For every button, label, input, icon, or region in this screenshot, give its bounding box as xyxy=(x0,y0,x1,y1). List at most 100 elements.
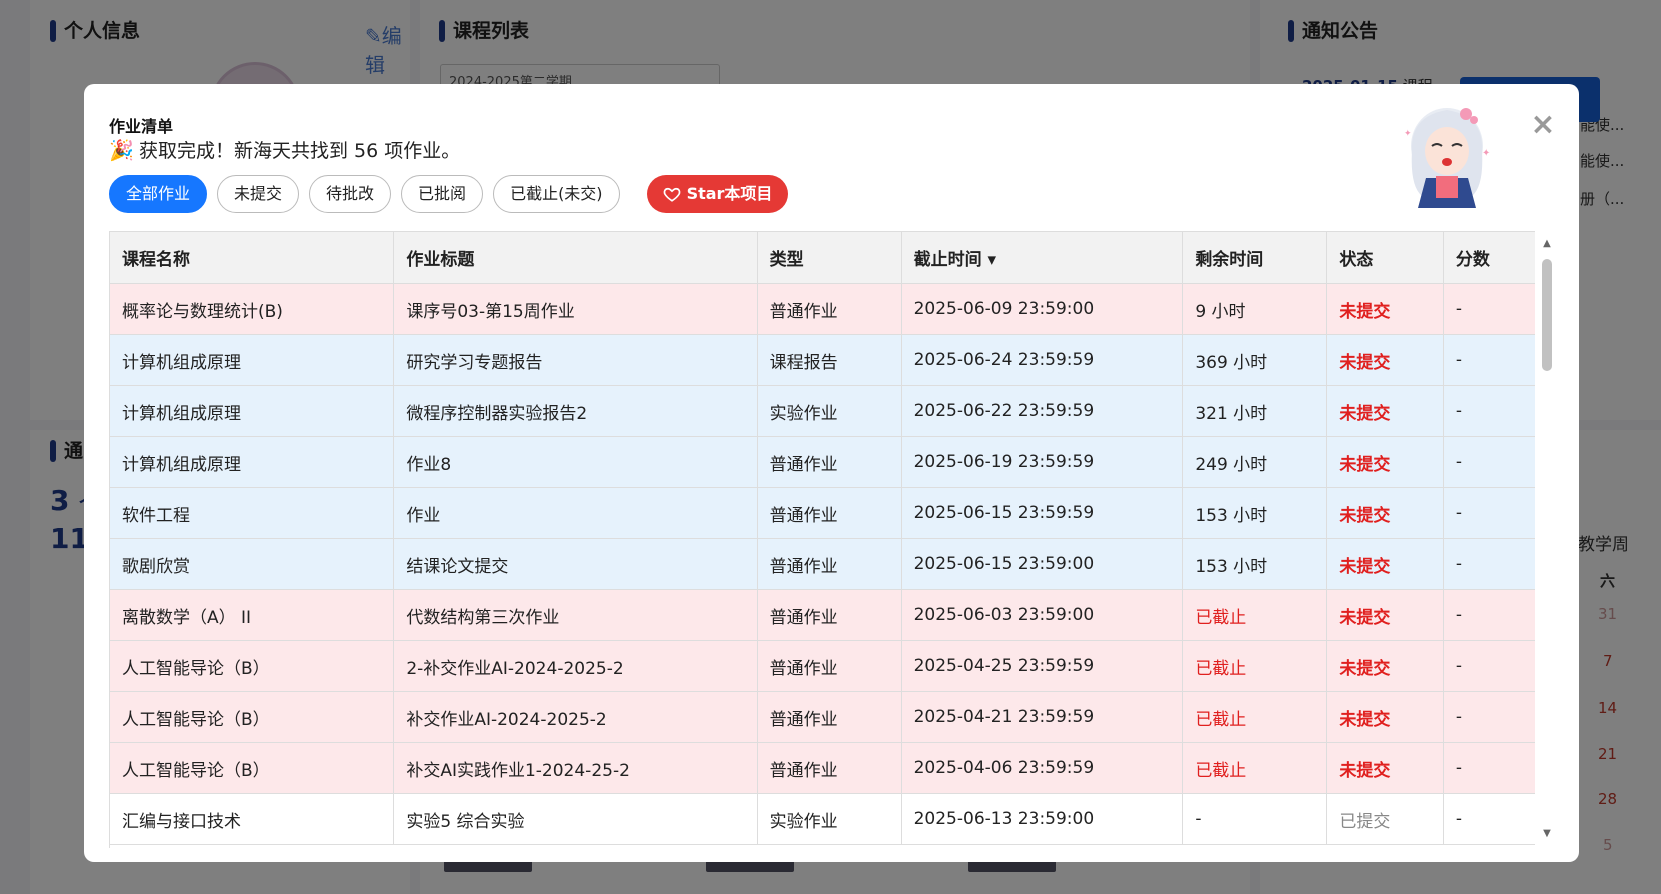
svg-text:✦: ✦ xyxy=(1482,148,1490,159)
cell-remaining: 9 小时 xyxy=(1182,283,1328,335)
cell-type: 普通作业 xyxy=(757,589,902,641)
cell-score: - xyxy=(1443,691,1535,743)
table-header-row: 课程名称 作业标题 类型 截止时间 ▾ 剩余时间 状态 分数 xyxy=(110,231,1535,284)
cell-remaining: 321 小时 xyxy=(1182,385,1328,437)
cell-score: - xyxy=(1443,589,1535,641)
cell-deadline: 2025-06-22 23:59:59 xyxy=(901,385,1184,437)
header-score[interactable]: 分数 xyxy=(1443,231,1535,284)
cell-type: 普通作业 xyxy=(757,640,902,692)
cell-type: 实验作业 xyxy=(757,385,902,437)
scroll-thumb[interactable] xyxy=(1542,259,1552,371)
cell-title: 实验5 综合实验 xyxy=(393,793,758,845)
cell-remaining: 已截止 xyxy=(1182,640,1328,692)
cell-title: 代数结构第三次作业 xyxy=(393,589,758,641)
scroll-up-icon[interactable]: ▲ xyxy=(1541,239,1553,249)
cell-title: 2-补交作业AI-2024-2025-2 xyxy=(393,640,758,692)
table-row[interactable]: 概率论与数理统计(B) 课序号03-第15周作业 普通作业 2025-06-09… xyxy=(110,283,1535,335)
cell-title: 课序号03-第15周作业 xyxy=(393,283,758,335)
cell-status: 未提交 xyxy=(1326,589,1444,641)
cell-status: 未提交 xyxy=(1326,334,1444,386)
cell-deadline: 2025-06-19 23:59:59 xyxy=(901,436,1184,488)
cell-score: - xyxy=(1443,385,1535,437)
cell-status: 未提交 xyxy=(1326,283,1444,335)
cell-score: - xyxy=(1443,538,1535,590)
cell-status: 未提交 xyxy=(1326,385,1444,437)
cell-deadline: 2025-06-15 23:59:59 xyxy=(901,487,1184,539)
cell-remaining: 已截止 xyxy=(1182,691,1328,743)
cell-course: 离散数学（A） II xyxy=(110,589,395,641)
table-row[interactable]: 汇编与接口技术 实验5 综合实验 实验作业 2025-06-13 23:59:0… xyxy=(110,793,1535,845)
cell-score: - xyxy=(1443,334,1535,386)
cell-course: 人工智能导论（B） xyxy=(110,640,395,692)
fetch-summary: 🎉 获取完成！新海天共找到 56 项作业。 xyxy=(109,136,460,163)
cell-remaining: 已截止 xyxy=(1182,742,1328,794)
cell-remaining: - xyxy=(1182,793,1328,845)
cell-remaining: 已截止 xyxy=(1182,589,1328,641)
scroll-down-icon[interactable]: ▼ xyxy=(1541,829,1553,839)
cell-deadline: 2025-06-09 23:59:00 xyxy=(901,283,1184,335)
cell-deadline: 2025-06-03 23:59:00 xyxy=(901,589,1184,641)
cell-course: 概率论与数理统计(B) xyxy=(110,283,395,335)
table-scrollbar[interactable]: ▲ ▼ xyxy=(1541,239,1553,839)
close-icon: × xyxy=(1530,107,1556,142)
table-row[interactable]: 计算机组成原理 微程序控制器实验报告2 实验作业 2025-06-22 23:5… xyxy=(110,385,1535,437)
header-title[interactable]: 作业标题 xyxy=(393,231,758,284)
table-row[interactable]: 人工智能导论（B） 补交作业AI-2024-2025-2 普通作业 2025-0… xyxy=(110,691,1535,743)
star-project-button[interactable]: Star本项目 xyxy=(646,175,789,213)
cell-course: 汇编与接口技术 xyxy=(110,793,395,845)
cell-type: 普通作业 xyxy=(757,538,902,590)
cell-course: 歌剧欣赏 xyxy=(110,538,395,590)
filter-all-button[interactable]: 全部作业 xyxy=(109,175,208,213)
cell-title: 研究学习专题报告 xyxy=(393,334,758,386)
cell-course: 人工智能导论（B） xyxy=(110,691,395,743)
cell-deadline: 2025-04-25 23:59:59 xyxy=(901,640,1184,692)
cell-status: 未提交 xyxy=(1326,691,1444,743)
cell-status: 未提交 xyxy=(1326,640,1444,692)
table-row[interactable]: 歌剧欣赏 结课论文提交 普通作业 2025-06-15 23:59:00 153… xyxy=(110,538,1535,590)
filter-reviewed-button[interactable]: 已批阅 xyxy=(401,175,484,213)
cell-deadline: 2025-06-15 23:59:00 xyxy=(901,538,1184,590)
filter-overdue-button[interactable]: 已截止(未交) xyxy=(493,175,620,213)
cell-status: 未提交 xyxy=(1326,436,1444,488)
table-row[interactable]: 计算机组成原理 作业8 普通作业 2025-06-19 23:59:59 249… xyxy=(110,436,1535,488)
cell-type: 普通作业 xyxy=(757,691,902,743)
cell-title: 结课论文提交 xyxy=(393,538,758,590)
cell-status: 未提交 xyxy=(1326,742,1444,794)
table-row[interactable]: 离散数学（A） II 代数结构第三次作业 普通作业 2025-06-03 23:… xyxy=(110,589,1535,641)
cell-course: 计算机组成原理 xyxy=(110,334,395,386)
cell-status: 未提交 xyxy=(1326,487,1444,539)
modal-title: 作业清单 xyxy=(109,117,174,136)
header-status[interactable]: 状态 xyxy=(1326,231,1444,284)
filter-pending-review-button[interactable]: 待批改 xyxy=(309,175,392,213)
cell-status: 未提交 xyxy=(1326,538,1444,590)
header-course[interactable]: 课程名称 xyxy=(110,231,395,284)
homework-table: 课程名称 作业标题 类型 截止时间 ▾ 剩余时间 状态 分数 概率论与数理统计(… xyxy=(110,231,1535,845)
cell-type: 普通作业 xyxy=(757,487,902,539)
cell-type: 实验作业 xyxy=(757,793,902,845)
star-label: Star本项目 xyxy=(686,184,773,203)
table-row[interactable]: 计算机组成原理 研究学习专题报告 课程报告 2025-06-24 23:59:5… xyxy=(110,334,1535,386)
close-button[interactable]: × xyxy=(1528,110,1558,140)
header-type[interactable]: 类型 xyxy=(757,231,902,284)
homework-table-container[interactable]: 课程名称 作业标题 类型 截止时间 ▾ 剩余时间 状态 分数 概率论与数理统计(… xyxy=(109,231,1535,848)
cell-score: - xyxy=(1443,436,1535,488)
table-row[interactable]: 人工智能导论（B） 2-补交作业AI-2024-2025-2 普通作业 2025… xyxy=(110,640,1535,692)
cell-score: - xyxy=(1443,793,1535,845)
mascot-image: ✦ ✦ xyxy=(1404,108,1490,208)
table-row[interactable]: 人工智能导论（B） 补交AI实践作业1-2024-25-2 普通作业 2025-… xyxy=(110,742,1535,794)
header-remaining[interactable]: 剩余时间 xyxy=(1182,231,1328,284)
cell-title: 微程序控制器实验报告2 xyxy=(393,385,758,437)
filter-unsubmitted-button[interactable]: 未提交 xyxy=(217,175,300,213)
svg-text:✦: ✦ xyxy=(1404,129,1412,139)
cell-deadline: 2025-04-06 23:59:59 xyxy=(901,742,1184,794)
cell-remaining: 249 小时 xyxy=(1182,436,1328,488)
cell-remaining: 369 小时 xyxy=(1182,334,1328,386)
cell-course: 人工智能导论（B） xyxy=(110,742,395,794)
header-deadline[interactable]: 截止时间 ▾ xyxy=(901,231,1184,284)
cell-title: 补交作业AI-2024-2025-2 xyxy=(393,691,758,743)
table-row[interactable]: 软件工程 作业 普通作业 2025-06-15 23:59:59 153 小时 … xyxy=(110,487,1535,539)
summary-text: 获取完成！新海天共找到 56 项作业。 xyxy=(139,140,461,162)
cell-title: 作业 xyxy=(393,487,758,539)
cell-type: 课程报告 xyxy=(757,334,902,386)
cell-type: 普通作业 xyxy=(757,742,902,794)
